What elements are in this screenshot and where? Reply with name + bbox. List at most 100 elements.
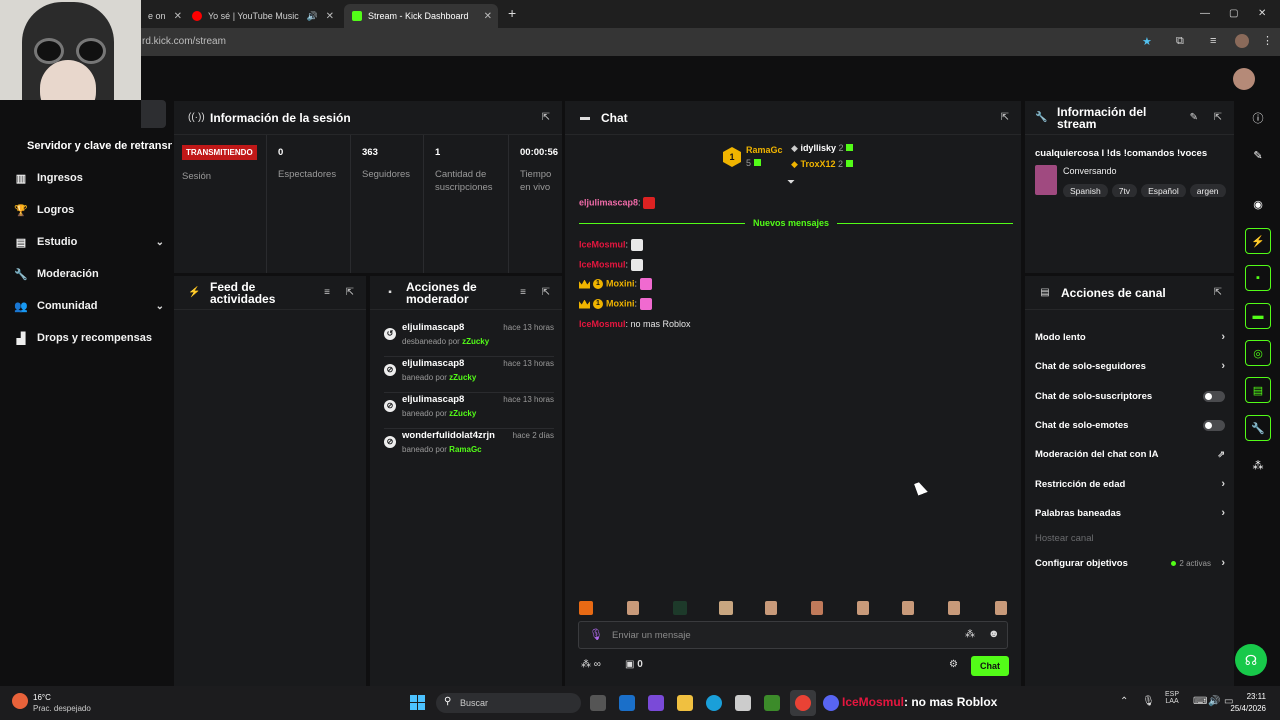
emote-icon[interactable] bbox=[857, 601, 869, 615]
speaker-icon[interactable]: 🔊 bbox=[307, 11, 318, 22]
emote-icon[interactable] bbox=[719, 601, 733, 615]
discord-icon[interactable] bbox=[823, 695, 839, 711]
top-supporter[interactable]: ◆ idyllisky 2 bbox=[791, 143, 854, 154]
tab-youtube-music[interactable]: Yo sé | YouTube Music 🔊 ✕ bbox=[184, 4, 340, 28]
clock[interactable]: 23:11 25/4/2026 bbox=[1222, 692, 1266, 713]
language-indicator[interactable]: ESP LAA bbox=[1165, 691, 1179, 705]
info-icon[interactable]: ⓘ bbox=[1245, 105, 1271, 131]
wrench-icon[interactable]: 🔧 bbox=[1245, 415, 1271, 441]
star-icon[interactable]: ★ bbox=[1142, 35, 1152, 48]
chat-username[interactable]: IceMosmul bbox=[579, 259, 626, 269]
chevron-up-icon[interactable]: ⌃ bbox=[1120, 696, 1128, 707]
mod-target-user[interactable]: eljulimascap8 bbox=[402, 322, 464, 333]
microphone-icon[interactable]: 🎙 bbox=[589, 628, 603, 641]
minimize-button[interactable]: — bbox=[1200, 8, 1210, 19]
microphone-icon[interactable]: 🎙 bbox=[1142, 696, 1155, 707]
translate-icon[interactable]: ⁂ bbox=[965, 629, 975, 640]
broadcast-icon[interactable]: ◎ bbox=[1245, 340, 1271, 366]
sidebar-item-comunidad[interactable]: 👥 Comunidad ⌄ bbox=[14, 296, 164, 316]
windows-start-icon[interactable] bbox=[410, 695, 426, 711]
mod-target-user[interactable]: eljulimascap8 bbox=[402, 358, 464, 369]
expand-icon[interactable]: ⏷ bbox=[787, 177, 795, 188]
mod-by-user[interactable]: zZucky bbox=[462, 337, 489, 346]
chat-username[interactable]: eljulimascap8 bbox=[579, 197, 638, 207]
new-tab-button[interactable]: + bbox=[508, 5, 516, 21]
mod-action-row[interactable]: ⊘ wonderfulidolat4zrjn hace 2 días baneado … bbox=[384, 430, 554, 462]
slow-mode-row[interactable]: Modo lento › bbox=[1035, 327, 1225, 347]
popout-icon[interactable]: ⇱ bbox=[542, 112, 550, 123]
chat-input[interactable]: 🎙 Enviar un mensaje ⁂ ☻ bbox=[578, 621, 1008, 649]
store-bag-icon[interactable] bbox=[735, 695, 751, 711]
volume-icon[interactable]: 🔊 bbox=[1208, 696, 1220, 707]
lightning-icon[interactable]: ⚡ bbox=[1245, 228, 1271, 254]
popout-icon[interactable]: ⇱ bbox=[346, 287, 354, 298]
profile-avatar[interactable] bbox=[1235, 34, 1249, 48]
filter-icon[interactable]: ≡ bbox=[520, 287, 526, 298]
emote-icon[interactable] bbox=[765, 601, 777, 615]
mod-by-user[interactable]: zZucky bbox=[449, 409, 476, 418]
mod-action-row[interactable]: ⊘ eljulimascap8 hace 13 horas baneado por z… bbox=[384, 358, 554, 390]
mod-target-user[interactable]: eljulimascap8 bbox=[402, 394, 464, 405]
ai-moderation-row[interactable]: Moderación del chat con IA ⇗ bbox=[1035, 444, 1225, 464]
edge-icon[interactable] bbox=[706, 695, 722, 711]
chat-username[interactable]: Moxini bbox=[606, 298, 635, 308]
mod-by-user[interactable]: RamaGc bbox=[449, 445, 481, 454]
url-text[interactable]: rd.kick.com/stream bbox=[142, 36, 226, 47]
sidebar-item-estudio[interactable]: ▤ Estudio ⌄ bbox=[14, 232, 164, 252]
camera-icon[interactable]: ◉ bbox=[1245, 191, 1271, 217]
user-avatar[interactable] bbox=[1233, 68, 1255, 90]
file-explorer-icon[interactable] bbox=[677, 695, 693, 711]
log-icon[interactable]: ▪ bbox=[1245, 265, 1271, 291]
top-supporter[interactable]: ◆ TroxX12 2 bbox=[791, 159, 853, 170]
weather-icon[interactable] bbox=[12, 693, 28, 709]
channel-points[interactable]: ▣ 0 bbox=[625, 659, 643, 670]
send-chat-button[interactable]: Chat bbox=[971, 656, 1009, 676]
media-icon[interactable]: ≡ bbox=[1210, 35, 1216, 47]
community-icon[interactable]: ⁂ bbox=[1245, 452, 1271, 478]
minecraft-icon[interactable] bbox=[764, 695, 780, 711]
emote-icon[interactable] bbox=[902, 601, 914, 615]
sidebar-item-moderacion[interactable]: 🔧 Moderación bbox=[14, 264, 164, 284]
mod-action-row[interactable]: ⊘ eljulimascap8 hace 13 horas baneado por z… bbox=[384, 394, 554, 426]
banned-words-row[interactable]: Palabras baneadas › bbox=[1035, 503, 1225, 523]
chat-username[interactable]: IceMosmul bbox=[579, 239, 626, 249]
sidebar-selected-item[interactable] bbox=[141, 100, 166, 128]
emote-icon[interactable] bbox=[995, 601, 1007, 615]
emote-icon[interactable] bbox=[627, 601, 639, 615]
top-supporter[interactable]: RamaGc 5 bbox=[746, 145, 783, 168]
chat-username[interactable]: IceMosmul bbox=[579, 319, 626, 329]
support-headset-icon[interactable]: ☊ bbox=[1235, 644, 1267, 676]
tab-kick-dashboard[interactable]: Stream - Kick Dashboard ✕ bbox=[344, 4, 498, 28]
community-points[interactable]: ⁂ ∞ bbox=[581, 659, 601, 670]
tab-partial[interactable]: e on ✕ bbox=[140, 4, 188, 28]
tag-chip[interactable]: Español bbox=[1141, 184, 1186, 197]
popout-icon[interactable]: ⇱ bbox=[1214, 112, 1222, 123]
tag-chip[interactable]: argen bbox=[1189, 184, 1226, 197]
popout-icon[interactable]: ⇱ bbox=[1214, 287, 1222, 298]
age-restriction-row[interactable]: Restricción de edad › bbox=[1035, 474, 1225, 494]
sidebar-item-drops[interactable]: ▟ Drops y recompensas bbox=[14, 328, 164, 348]
sidebar-item-logros[interactable]: 🏆 Logros bbox=[14, 200, 164, 220]
popout-icon[interactable]: ⇱ bbox=[1001, 112, 1009, 123]
chat-username[interactable]: Moxini bbox=[606, 278, 635, 288]
task-view-icon[interactable] bbox=[590, 695, 606, 711]
goals-row[interactable]: Configurar objetivos 2 activas › bbox=[1035, 553, 1225, 573]
emote-icon[interactable] bbox=[579, 601, 593, 615]
emote-icon[interactable] bbox=[673, 601, 687, 615]
maximize-button[interactable]: ▢ bbox=[1229, 8, 1238, 19]
chrome-icon[interactable] bbox=[795, 695, 811, 711]
emoji-icon[interactable]: ☻ bbox=[988, 628, 1000, 640]
chat-icon[interactable]: ▬ bbox=[1245, 303, 1271, 329]
mod-target-user[interactable]: wonderfulidolat4zrjn bbox=[402, 430, 495, 441]
mod-by-user[interactable]: zZucky bbox=[449, 373, 476, 382]
settings-gear-icon[interactable]: ⚙ bbox=[949, 659, 958, 670]
close-icon[interactable]: ✕ bbox=[326, 11, 334, 22]
tag-chip[interactable]: 7tv bbox=[1111, 184, 1138, 197]
sidebar-item-stream-key[interactable]: Servidor y clave de retransn bbox=[27, 140, 172, 152]
followers-only-row[interactable]: Chat de solo-seguidores › bbox=[1035, 356, 1225, 376]
store-icon[interactable] bbox=[648, 695, 664, 711]
mail-icon[interactable] bbox=[619, 695, 635, 711]
taskbar-search[interactable]: ⚲ Buscar bbox=[436, 693, 581, 713]
emote-icon[interactable] bbox=[811, 601, 823, 615]
menu-icon[interactable]: ⋮ bbox=[1262, 34, 1273, 47]
